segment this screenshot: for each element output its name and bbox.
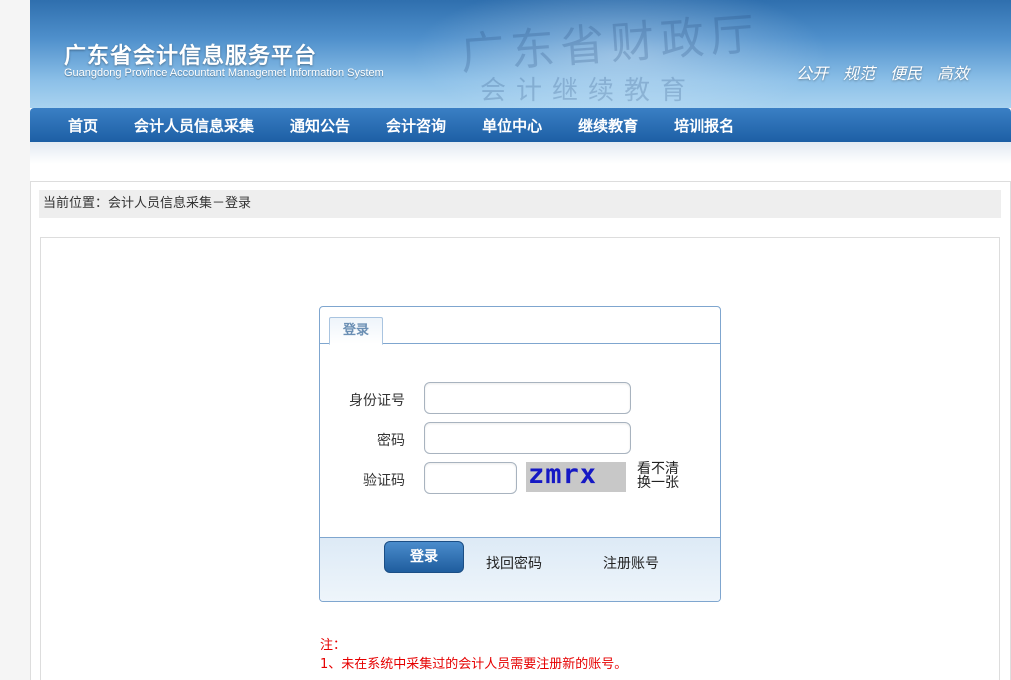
id-number-label: 身份证号 [349, 393, 405, 409]
note-line: 1、未在系统中采集过的会计人员需要注册新的账号。 [320, 657, 628, 672]
login-button[interactable]: 登录 [384, 541, 464, 573]
password-input[interactable] [424, 422, 631, 454]
nav-item-notices[interactable]: 通知公告 [272, 108, 368, 142]
tab-login[interactable]: 登录 [329, 317, 383, 345]
captcha-label: 验证码 [363, 473, 405, 489]
refresh-captcha-link[interactable]: 看不清换一张 [637, 462, 687, 490]
captcha-input[interactable] [424, 462, 517, 494]
breadcrumb: 当前位置：会计人员信息采集－登录 [39, 190, 1001, 218]
login-panel-header: 登录 [320, 307, 720, 345]
nav-shadow [30, 142, 1011, 164]
slogan-item: 公开 [796, 64, 829, 83]
nav-item-training-signup[interactable]: 培训报名 [656, 108, 752, 142]
captcha-image[interactable]: zmrx [526, 462, 626, 492]
id-number-input[interactable] [424, 382, 631, 414]
register-link[interactable]: 注册账号 [603, 553, 659, 573]
nav-item-continuing-education[interactable]: 继续教育 [560, 108, 656, 142]
captcha-text: zmrx [528, 462, 598, 490]
slogan: 公开 规范 便民 高效 [796, 60, 969, 84]
banner-calligraphy-subtitle: 会计继续教育 [480, 76, 697, 106]
nav-item-unit-center[interactable]: 单位中心 [464, 108, 560, 142]
header-banner: 广东省财政厅 会计继续教育 广东省会计信息服务平台 Guangdong Prov… [30, 0, 1011, 108]
slogan-item: 便民 [890, 64, 923, 83]
login-panel: 登录 身份证号 密码 验证码 zmrx 看不清换一张 登录 找回密码 注册账号 [319, 306, 721, 602]
page: 广东省财政厅 会计继续教育 广东省会计信息服务平台 Guangdong Prov… [30, 0, 1011, 680]
note-heading: 注： [320, 638, 347, 653]
nav-item-consulting[interactable]: 会计咨询 [368, 108, 464, 142]
nav-item-home[interactable]: 首页 [50, 108, 116, 142]
password-label: 密码 [377, 433, 405, 449]
site-title: 广东省会计信息服务平台 [64, 44, 318, 69]
main-nav: 首页 会计人员信息采集 通知公告 会计咨询 单位中心 继续教育 培训报名 [30, 108, 1011, 142]
site-subtitle-en: Guangdong Province Accountant Managemet … [64, 67, 384, 79]
forgot-password-link[interactable]: 找回密码 [486, 553, 542, 573]
nav-item-info-collection[interactable]: 会计人员信息采集 [116, 108, 272, 142]
slogan-item: 高效 [937, 64, 970, 83]
login-panel-footer: 登录 找回密码 注册账号 [320, 537, 720, 601]
slogan-item: 规范 [843, 64, 876, 83]
